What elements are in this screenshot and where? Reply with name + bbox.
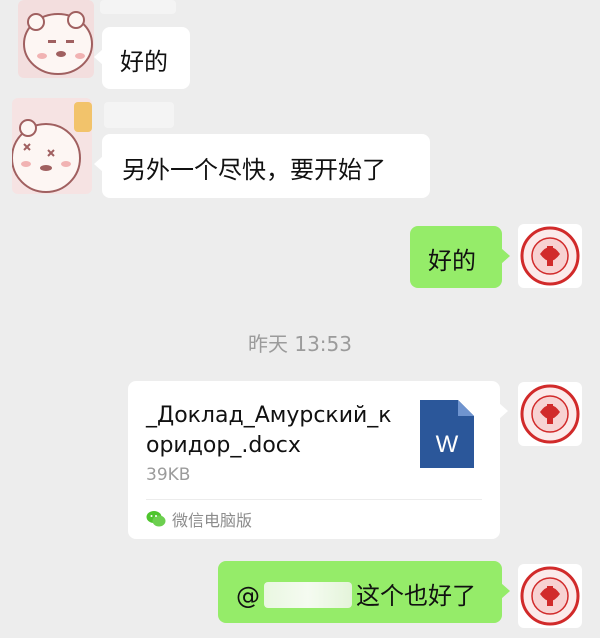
mention-prefix: @ [236,582,260,610]
redacted-name [100,0,176,14]
my-avatar[interactable] [518,224,582,288]
file-card-divider [146,499,482,500]
word-doc-icon: W [420,400,474,468]
file-name: _Доклад_Амурский_коридор_.docx [146,403,392,458]
bubble-tail [501,248,510,264]
file-source-label: 微信电脑版 [172,511,253,530]
incoming-message-bubble[interactable]: 另外一个尽快，要开始了 [94,134,430,198]
file-source: 微信电脑版 [146,508,252,530]
file-size: 39KB [146,465,191,485]
word-doc-letter: W [436,431,459,458]
bubble-tail [501,583,510,599]
my-avatar[interactable] [518,382,582,446]
outgoing-message-bubble[interactable]: @ 这个也好了 [218,561,510,623]
message-text: 这个也好了 [356,582,476,610]
wechat-icon [146,511,166,527]
outgoing-message-bubble[interactable]: 好的 [410,226,510,288]
my-avatar[interactable] [518,564,582,628]
bubble-tail [94,156,103,172]
bubble-tail [94,49,103,65]
contact-avatar[interactable] [12,98,92,194]
redacted-name [104,102,174,128]
chat-window: 好的 另外一个尽快，要开始了 好的 昨天 13:53 _Доклад_Амурс… [0,0,600,638]
message-text: 好的 [428,247,476,275]
message-text: 另外一个尽快，要开始了 [122,156,386,184]
file-message-card[interactable]: _Доклад_Амурский_коридор_.docx 39KB W 微信… [128,381,508,539]
message-text: 好的 [120,48,168,76]
contact-avatar[interactable] [18,0,94,78]
bubble-tail [499,403,508,419]
redacted-mention [264,582,352,608]
chat-timestamp: 昨天 13:53 [248,332,352,356]
incoming-message-bubble[interactable]: 好的 [94,27,190,89]
